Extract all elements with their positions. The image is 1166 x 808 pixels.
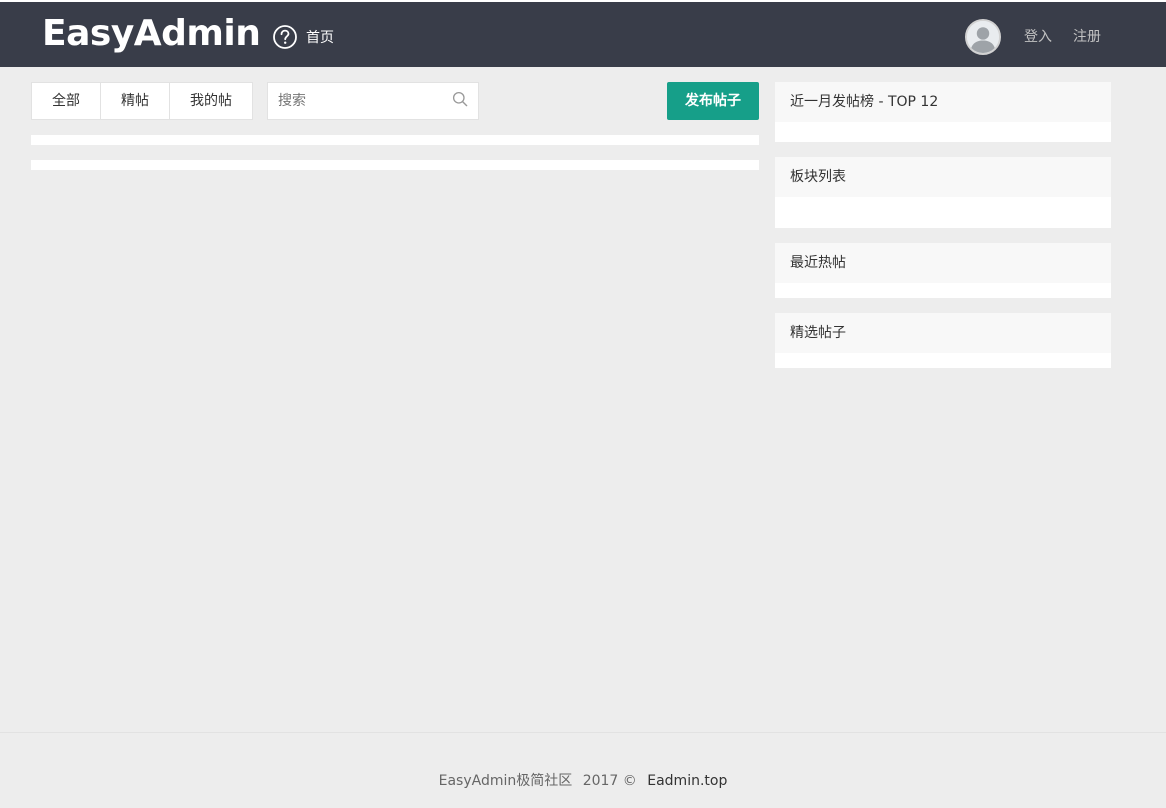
panel-title: 精选帖子 [775, 313, 1111, 353]
panel-title: 最近热帖 [775, 243, 1111, 283]
help-circle-icon [273, 25, 297, 49]
tab-all[interactable]: 全部 [32, 83, 101, 119]
header-bar: EasyAdmin 首页 登入 注册 [0, 2, 1166, 67]
tab-my-posts[interactable]: 我的帖 [170, 83, 252, 119]
avatar[interactable] [965, 19, 1001, 55]
nav-home-label: 首页 [306, 30, 334, 46]
nav-home[interactable]: 首页 [272, 24, 334, 50]
user-avatar-icon [967, 21, 999, 53]
panel-title: 板块列表 [775, 157, 1111, 197]
panel-top-posters: 近一月发帖榜 - TOP 12 [775, 82, 1111, 142]
search-input[interactable] [268, 83, 448, 119]
register-link[interactable]: 注册 [1073, 26, 1101, 46]
panel-title: 近一月发帖榜 - TOP 12 [775, 82, 1111, 122]
footer-site: EasyAdmin极简社区 [438, 773, 573, 789]
panel-selected-posts: 精选帖子 [775, 313, 1111, 368]
logo[interactable]: EasyAdmin [42, 14, 261, 54]
footer: EasyAdmin极简社区 2017 © Eadmin.top [0, 732, 1166, 808]
search-icon[interactable] [452, 91, 468, 107]
tab-featured[interactable]: 精帖 [101, 83, 170, 119]
filter-tabs: 全部 精帖 我的帖 [31, 82, 253, 120]
panel-hot-posts: 最近热帖 [775, 243, 1111, 298]
panel-boards: 板块列表 [775, 157, 1111, 228]
login-link[interactable]: 登入 [1024, 26, 1052, 46]
search-box [267, 82, 479, 120]
footer-text: EasyAdmin极简社区 2017 © Eadmin.top [0, 770, 1166, 790]
post-list-block [31, 135, 759, 145]
publish-post-button[interactable]: 发布帖子 [667, 82, 759, 120]
post-list-block [31, 160, 759, 170]
footer-link[interactable]: Eadmin.top [647, 773, 727, 789]
footer-copyright: 2017 © [582, 773, 637, 789]
